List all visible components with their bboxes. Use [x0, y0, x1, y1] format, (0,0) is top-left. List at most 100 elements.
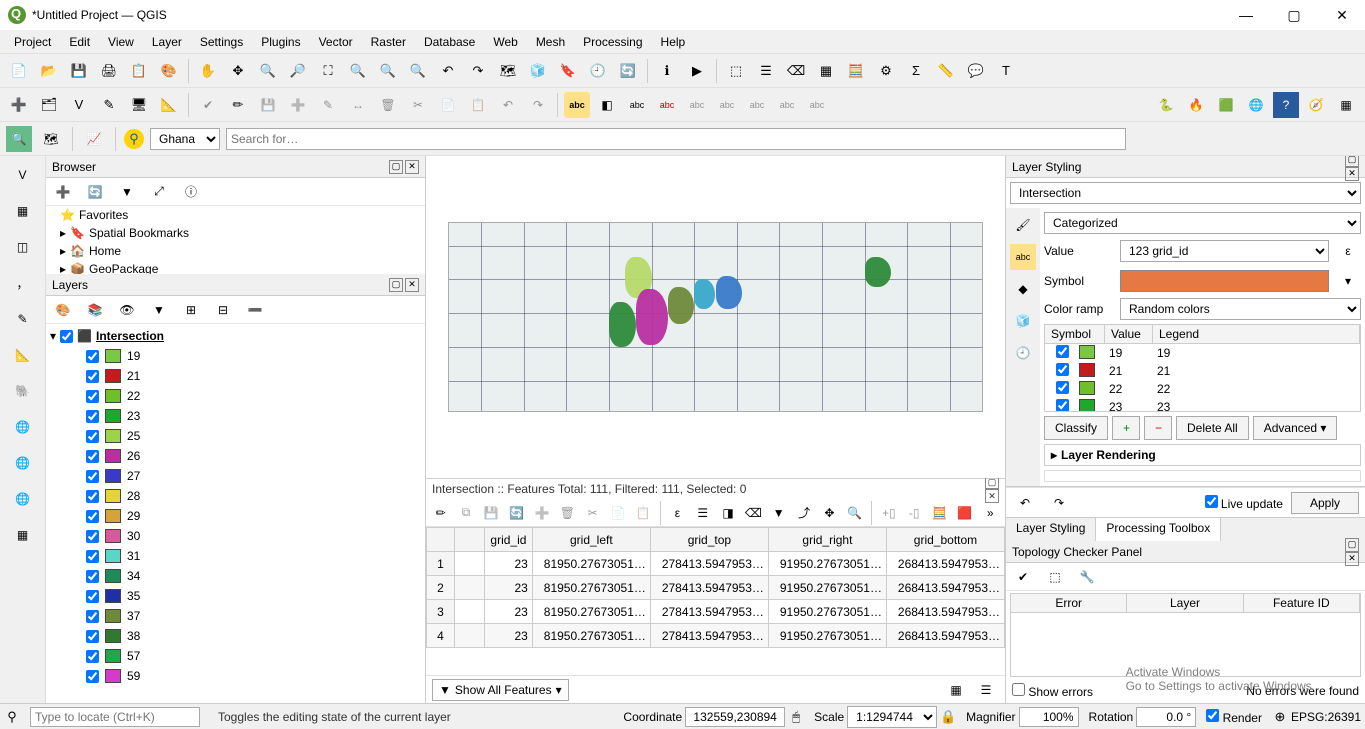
menu-settings[interactable]: Settings: [192, 33, 251, 51]
legend-item[interactable]: 35: [50, 586, 421, 606]
statistics-button[interactable]: Σ: [903, 58, 929, 84]
redo-button[interactable]: ↷: [525, 92, 551, 118]
scale-select[interactable]: 1:1294744: [847, 706, 937, 728]
add-wfs-layer-button[interactable]: 🌐: [8, 484, 38, 514]
add-class-button[interactable]: +: [1112, 416, 1140, 440]
attr-copy-button[interactable]: 📄: [607, 500, 628, 526]
legend-item[interactable]: 25: [50, 426, 421, 446]
browser-close-button[interactable]: ✕: [405, 160, 419, 174]
attr-multiedit-button[interactable]: ⧉: [455, 500, 476, 526]
apply-button[interactable]: Apply: [1291, 492, 1359, 514]
current-edits-button[interactable]: ✔: [195, 92, 221, 118]
annotation-button[interactable]: T: [993, 58, 1019, 84]
rendering-scroll[interactable]: [1044, 470, 1361, 482]
styling-layer-select[interactable]: Intersection: [1010, 182, 1361, 204]
delete-all-button[interactable]: Delete All: [1176, 416, 1249, 440]
add-xyz-layer-button[interactable]: ▦: [8, 520, 38, 550]
attr-del-field-button[interactable]: -▯: [904, 500, 925, 526]
legend-item[interactable]: 23: [50, 406, 421, 426]
label-button[interactable]: abc: [564, 92, 590, 118]
attr-new-field-button[interactable]: +▯: [878, 500, 899, 526]
remove-layer-button[interactable]: ➖: [242, 297, 268, 323]
attr-paste-button[interactable]: 📋: [633, 500, 654, 526]
magnifier-input[interactable]: [1019, 707, 1079, 727]
map-canvas[interactable]: [426, 156, 1005, 478]
new-3d-view-button[interactable]: 🧊: [525, 58, 551, 84]
styling-undock-button[interactable]: ▢: [1345, 156, 1359, 167]
new-gpkg-button[interactable]: ✎: [96, 92, 122, 118]
legend-checkbox[interactable]: [86, 550, 99, 563]
table-row[interactable]: 42381950.27673051…278413.5947953…91950.2…: [427, 624, 1005, 648]
topo-validate-extent-button[interactable]: ⬚: [1042, 564, 1068, 590]
layer-visibility-checkbox[interactable]: [60, 330, 73, 343]
legend-checkbox[interactable]: [86, 530, 99, 543]
add-vector-layer-button[interactable]: V: [8, 160, 38, 190]
topo-configure-button[interactable]: 🔧: [1074, 564, 1100, 590]
ct-legend-head[interactable]: Legend: [1153, 325, 1360, 343]
class-row[interactable]: 2222: [1045, 380, 1360, 398]
menu-plugins[interactable]: Plugins: [253, 33, 308, 51]
3d-tab[interactable]: 🧊: [1010, 308, 1036, 334]
menu-web[interactable]: Web: [485, 33, 525, 51]
symbology-tab[interactable]: 🖌: [1010, 212, 1036, 238]
legend-item[interactable]: 19: [50, 346, 421, 366]
layers-undock-button[interactable]: ▢: [389, 278, 403, 292]
expand-icon[interactable]: ▸: [60, 244, 66, 258]
class-checkbox[interactable]: [1056, 363, 1069, 376]
plugin-globe-button[interactable]: 🌐: [1243, 92, 1269, 118]
action-button[interactable]: ▶: [684, 58, 710, 84]
topo-undock-button[interactable]: ▢: [1345, 538, 1359, 552]
legend-checkbox[interactable]: [86, 430, 99, 443]
attribute-table-button[interactable]: ▦: [813, 58, 839, 84]
collapse-all-button[interactable]: ⊟: [210, 297, 236, 323]
new-project-button[interactable]: 📄: [6, 58, 32, 84]
label-change-button[interactable]: abc: [774, 92, 800, 118]
legend-item[interactable]: 34: [50, 566, 421, 586]
menu-raster[interactable]: Raster: [363, 33, 414, 51]
legend-item[interactable]: 30: [50, 526, 421, 546]
select-features-button[interactable]: ⬚: [723, 58, 749, 84]
legend-checkbox[interactable]: [86, 470, 99, 483]
col-grid-id[interactable]: grid_id: [485, 528, 533, 552]
attr-save-button[interactable]: 💾: [481, 500, 502, 526]
legend-checkbox[interactable]: [86, 610, 99, 623]
col-grid-right[interactable]: grid_right: [768, 528, 886, 552]
plugin-jrodos-button[interactable]: 🧭: [1303, 92, 1329, 118]
class-row[interactable]: 2121: [1045, 362, 1360, 380]
layout-manager-button[interactable]: 📋: [126, 58, 152, 84]
labels-tab[interactable]: abc: [1010, 244, 1036, 270]
class-checkbox[interactable]: [1056, 381, 1069, 394]
expression-button[interactable]: ε: [1335, 238, 1361, 264]
attr-toggle-edit-button[interactable]: ✏: [430, 500, 451, 526]
move-feature-button[interactable]: ↔: [345, 92, 371, 118]
topology-results-table[interactable]: Error Layer Feature ID: [1010, 593, 1361, 677]
label-highlight-button[interactable]: abc: [624, 92, 650, 118]
undo-button[interactable]: ↶: [495, 92, 521, 118]
attr-actions-button[interactable]: »: [980, 500, 1001, 526]
legend-checkbox[interactable]: [86, 650, 99, 663]
legend-checkbox[interactable]: [86, 590, 99, 603]
zoom-full-button[interactable]: ⛶: [315, 58, 341, 84]
live-update-checkbox[interactable]: Live update: [1205, 495, 1283, 511]
diagram-button[interactable]: ◧: [594, 92, 620, 118]
browser-tree[interactable]: ⭐Favorites ▸🔖Spatial Bookmarks ▸🏠Home ▸📦…: [46, 206, 425, 274]
legend-checkbox[interactable]: [86, 410, 99, 423]
legend-checkbox[interactable]: [86, 570, 99, 583]
legend-item[interactable]: 37: [50, 606, 421, 626]
paste-button[interactable]: 📋: [465, 92, 491, 118]
locator-input[interactable]: [30, 707, 200, 727]
zoom-out-button[interactable]: 🔎: [285, 58, 311, 84]
advanced-button[interactable]: Advanced ▾: [1253, 416, 1338, 440]
layers-tree[interactable]: ▾ ⬛ Intersection 19212223252627282930313…: [46, 324, 425, 703]
menu-processing[interactable]: Processing: [575, 33, 650, 51]
attr-organize-button[interactable]: 🧮: [929, 500, 950, 526]
save-edits-button[interactable]: 💾: [255, 92, 281, 118]
measure-button[interactable]: 📏: [933, 58, 959, 84]
ct-value-head[interactable]: Value: [1105, 325, 1153, 343]
browser-item[interactable]: GeoPackage: [89, 262, 158, 274]
add-group-button[interactable]: 📚: [82, 297, 108, 323]
legend-checkbox[interactable]: [86, 370, 99, 383]
add-postgis-layer-button[interactable]: 🐘: [8, 376, 38, 406]
add-spatialite-layer-button[interactable]: ✎: [8, 304, 38, 334]
digitize-button[interactable]: ✎: [315, 92, 341, 118]
